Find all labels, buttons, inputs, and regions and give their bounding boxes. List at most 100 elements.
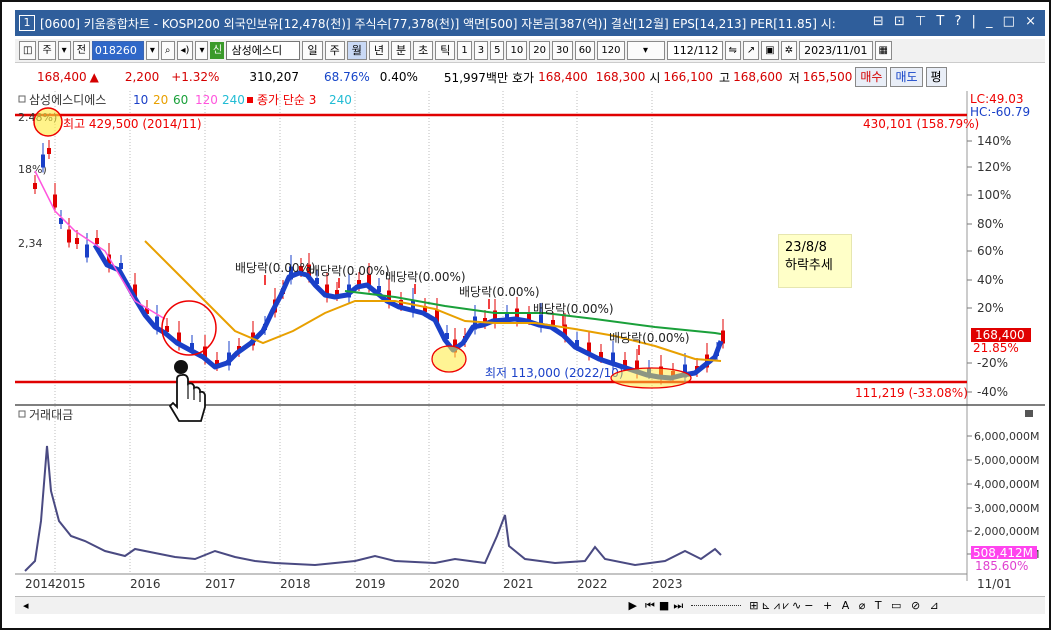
period-minute-button[interactable]: 분 xyxy=(390,41,412,60)
note-text: 하락추세 xyxy=(785,258,833,273)
y-tick-label: 100% xyxy=(977,188,1011,202)
sell-button[interactable]: 매도 xyxy=(890,67,923,87)
dividend-label: 배당락(0.00%) xyxy=(459,285,540,299)
interval-60-button[interactable]: 60 xyxy=(574,41,596,60)
volume-legend: 거래대금 xyxy=(29,408,73,422)
dividend-label: 배당락(0.00%) xyxy=(235,261,316,275)
window-title: [0600] 키움종합차트 - KOSPI200 외국인보유[12,478(천)… xyxy=(40,16,836,31)
interval-3-button[interactable]: 3 xyxy=(473,41,489,60)
range-button[interactable]: 전 xyxy=(72,41,90,60)
volume-pane-toggle-icon[interactable] xyxy=(1025,410,1033,417)
low-price-label: 최저 113,000 (2022/10) xyxy=(485,366,624,380)
candlestick-chart[interactable]: 삼성에스디에스 10 20 60 120 240 종가 단순 3 240 LC:… xyxy=(15,91,1045,596)
last-price-value: 168,400 xyxy=(975,328,1025,342)
x-axis-label: 2017 xyxy=(205,577,236,591)
x-axis-label: 2022 xyxy=(577,577,608,591)
period-month-button[interactable]: 월 xyxy=(346,41,367,60)
legend-ma2-value: 240 xyxy=(329,93,352,107)
period-year-button[interactable]: 년 xyxy=(368,41,389,60)
stock-code-input[interactable]: 018260 xyxy=(91,41,144,60)
candle-body xyxy=(53,194,57,208)
y-tick-label: 120% xyxy=(977,160,1011,174)
legend-ma-20: 20 xyxy=(153,93,168,107)
quote-amount: 51,997백만 xyxy=(443,70,508,85)
speaker-icon[interactable]: ◂) xyxy=(176,41,194,60)
drawing-tools-icon[interactable]: ⊞⊾⩘⩗∿− + A ⌀ T ▭ ⊘ ⊿ xyxy=(749,599,942,613)
bottom-scrollbar[interactable]: ◂ ▶ ⏮ ■ ⏭ ⊞⊾⩘⩗∿− + A ⌀ T ▭ ⊘ ⊿ xyxy=(15,596,1045,614)
period-day-button[interactable]: 일 xyxy=(302,41,323,60)
dividend-label: 배당락(0.00%) xyxy=(609,331,690,345)
candle-body xyxy=(41,154,45,168)
page-total: /112 xyxy=(693,44,719,57)
interval-20-button[interactable]: 20 xyxy=(529,41,550,60)
interval-30-button[interactable]: 30 xyxy=(551,41,573,60)
main-toolbar: ◫ 주 ▾ 전 018260 ▾ ⌕ ◂) ▾ 신 삼성에스디 일 주 월 년 … xyxy=(15,39,1045,63)
x-axis-label: 2019 xyxy=(355,577,386,591)
calendar-icon[interactable]: ▦ xyxy=(874,41,892,60)
speaker-dropdown-icon[interactable]: ▾ xyxy=(195,41,209,60)
ask1-value: 168,400 xyxy=(538,70,588,84)
high-price-right-label: 430,101 (158.79%) xyxy=(863,117,979,131)
lc-label: LC:49.03 xyxy=(970,92,1023,106)
gear-icon[interactable]: ✲ xyxy=(780,41,798,60)
ask2-value: 168,300 xyxy=(595,70,646,84)
play-icon[interactable]: ▶ xyxy=(629,599,637,612)
quote-rate1: 68.76% xyxy=(324,70,370,84)
fast-forward-icon[interactable]: ⏭ xyxy=(673,599,683,613)
legend-ma2-label: 종가 단순 3 xyxy=(257,93,316,107)
x-axis-label: 2021 xyxy=(503,577,534,591)
period-week-button[interactable]: 주 xyxy=(324,41,345,60)
quote-volume: 310,207 xyxy=(249,70,300,84)
candle-body xyxy=(95,238,99,244)
page-counter[interactable]: 112/112 xyxy=(666,41,723,60)
low-label: 저 xyxy=(788,70,800,85)
window-controls[interactable]: ⊟ ⊡ ⊤ T ? | _ □ × xyxy=(873,14,1039,29)
scroll-left-icon[interactable]: ◂ xyxy=(23,599,29,612)
volume-tick-label: 2,000,000M xyxy=(974,525,1039,538)
candle-body xyxy=(33,183,37,189)
trend-note: 23/8/8 하락추세 xyxy=(778,234,852,288)
layout-icon[interactable]: ◫ xyxy=(19,41,37,60)
trend-icon[interactable]: ↗ xyxy=(742,41,760,60)
open-value: 166,100 xyxy=(663,70,714,84)
ask-label: 호가 xyxy=(512,70,535,85)
date-field[interactable]: 2023/11/01 xyxy=(799,41,873,60)
legend-ma-60: 60 xyxy=(173,93,188,107)
x-axis-label: 2014 xyxy=(25,577,56,591)
quote-change-pct: +1.32% xyxy=(171,70,220,84)
period-main-button[interactable]: 주 xyxy=(38,41,56,60)
low-price-right-label: 111,219 (-33.08%) xyxy=(855,386,968,400)
search-icon[interactable]: ⌕ xyxy=(160,41,175,60)
zoom-slider[interactable] xyxy=(691,605,742,606)
volume-last-pct: 185.60% xyxy=(975,559,1028,573)
stop-icon[interactable]: ■ xyxy=(659,599,669,612)
sin-badge: 신 xyxy=(210,42,225,59)
interval-120-button[interactable]: 120 xyxy=(597,41,625,60)
window-number[interactable]: 1 xyxy=(19,15,35,31)
period-dropdown-icon[interactable]: ▾ xyxy=(57,41,71,60)
high-price-label: 최고 429,500 (2014/11) xyxy=(63,117,202,131)
avg-button[interactable]: 평 xyxy=(925,67,947,87)
buy-button[interactable]: 매수 xyxy=(855,67,888,87)
x-axis-right-label: 11/01 xyxy=(977,577,1012,591)
save-icon[interactable]: ▣ xyxy=(761,41,779,60)
interval-1-button[interactable]: 1 xyxy=(457,41,472,60)
period-tick-button[interactable]: 틱 xyxy=(435,41,456,60)
interval-5-button[interactable]: 5 xyxy=(490,41,505,60)
volume-last-value: 508,412M xyxy=(973,546,1033,560)
high-value: 168,600 xyxy=(733,70,783,84)
rewind-icon[interactable]: ⏮ xyxy=(645,599,655,613)
compare-icon[interactable]: ⇋ xyxy=(724,41,741,60)
stock-name-field[interactable]: 삼성에스디 xyxy=(226,41,301,60)
x-axis-label: 2018 xyxy=(280,577,311,591)
code-dropdown-icon[interactable]: ▾ xyxy=(145,41,159,60)
volume-tick-label: 3,000,000M xyxy=(974,502,1039,515)
left-label-3: 2,34 xyxy=(18,237,43,250)
chart-background xyxy=(15,91,1045,596)
dividend-label: 배당락(0.00%) xyxy=(533,302,614,316)
interval-dropdown-icon[interactable]: ▾ xyxy=(626,41,665,60)
period-second-button[interactable]: 초 xyxy=(413,41,434,60)
legend-ma-240: 240 xyxy=(222,93,245,107)
interval-10-button[interactable]: 10 xyxy=(506,41,528,60)
volume-tick-label: 6,000,000M xyxy=(974,430,1039,443)
